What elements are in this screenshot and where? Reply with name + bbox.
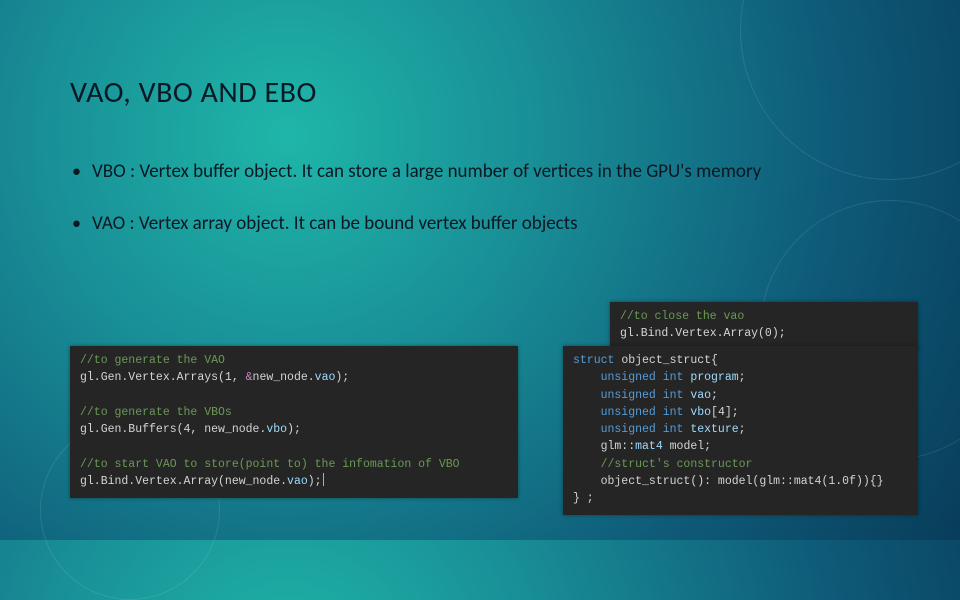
slide-title: VAO, VBO AND EBO (70, 74, 890, 111)
code-line: unsigned int vbo[4]; (573, 406, 739, 419)
code-line: unsigned int vao; (573, 389, 718, 402)
slide: VAO, VBO AND EBO VBO : Vertex buffer obj… (0, 0, 960, 236)
bullet-list: VBO : Vertex buffer object. It can store… (70, 159, 890, 236)
code-comment: //struct's constructor (573, 458, 752, 471)
code-line: object_struct(): model(glm::mat4(1.0f)){… (573, 475, 884, 488)
code-line: } ; (573, 492, 594, 505)
code-line: struct object_struct{ (573, 354, 718, 367)
code-comment: //to close the vao (620, 310, 744, 323)
bullet-item: VBO : Vertex buffer object. It can store… (70, 159, 850, 185)
code-line: gl.Bind.Vertex.Array(new_node.vao); (80, 475, 324, 488)
code-line: gl.Bind.Vertex.Array(0); (620, 327, 786, 340)
code-comment: //to generate the VAO (80, 354, 225, 367)
code-line: unsigned int texture; (573, 423, 746, 436)
text-cursor (323, 473, 324, 486)
code-block-struct: struct object_struct{ unsigned int progr… (563, 346, 918, 515)
code-block-generate: //to generate the VAO gl.Gen.Vertex.Arra… (70, 346, 518, 498)
code-comment: //to generate the VBOs (80, 406, 232, 419)
code-line: gl.Gen.Vertex.Arrays(1, &new_node.vao); (80, 371, 349, 384)
code-line: glm::mat4 model; (573, 440, 711, 453)
code-line: gl.Gen.Buffers(4, new_node.vbo); (80, 423, 301, 436)
bullet-item: VAO : Vertex array object. It can be bou… (70, 211, 850, 237)
code-comment: //to start VAO to store(point to) the in… (80, 458, 460, 471)
code-block-close-vao: //to close the vao gl.Bind.Vertex.Array(… (610, 302, 918, 351)
code-line: unsigned int program; (573, 371, 746, 384)
